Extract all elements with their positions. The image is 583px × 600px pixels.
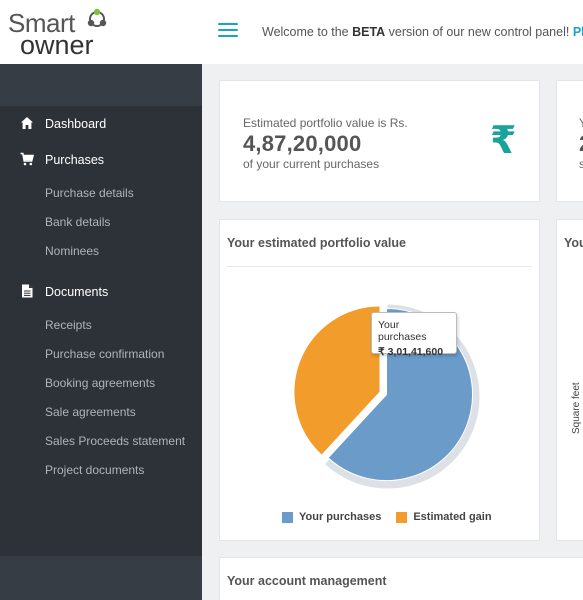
legend-label-purchases: Your purchases (299, 511, 382, 523)
portfolio-value-card: Estimated portfolio value is Rs. 4,87,20… (219, 80, 540, 202)
tooltip-value: ₹ 3,01,41,600 (378, 346, 444, 358)
secondary-stat-line2: 2 (579, 131, 583, 157)
pie-slice-purchases[interactable] (327, 308, 474, 481)
account-management-title: Your account management (227, 574, 387, 588)
shopping-cart-icon (20, 152, 34, 166)
sidebar-subitem-purchase-confirmation[interactable]: Purchase confirmation (45, 347, 164, 361)
portfolio-chart-card: Your estimated portfolio value Your purc… (219, 219, 540, 541)
legend-item-gain[interactable]: Estimated gain (396, 511, 492, 523)
sidebar-label-purchases: Purchases (45, 153, 105, 167)
chart-legend: Your purchases Estimated gain (282, 511, 507, 523)
brand-mark-icon (87, 8, 107, 27)
portfolio-value-label: Estimated portfolio value is Rs. (243, 116, 408, 130)
sidebar-label-documents: Documents (45, 285, 109, 299)
secondary-stat-line1: Y (579, 116, 583, 130)
account-management-card: Your account management (219, 557, 583, 600)
document-icon (22, 284, 33, 298)
legend-swatch-gain (396, 511, 408, 523)
menu-toggle-icon[interactable] (218, 23, 238, 39)
area-chart-ylabel: Square feet (571, 382, 582, 434)
chart-tooltip: Your purchases ₹ 3,01,41,600 (371, 312, 457, 358)
welcome-prefix: Welcome to the (262, 25, 353, 39)
sidebar-subitem-receipts[interactable]: Receipts (45, 318, 92, 332)
sidebar-item-documents[interactable]: Documents (0, 276, 202, 306)
card-divider (227, 266, 532, 267)
sidebar-label-dashboard: Dashboard (45, 117, 107, 131)
pie-slice-gain[interactable] (293, 305, 381, 456)
area-chart-title: You (564, 236, 583, 250)
brand-line2: owner (20, 30, 94, 60)
legend-label-gain: Estimated gain (413, 511, 492, 523)
tooltip-title: Your purchases (378, 319, 427, 343)
sidebar-nav: Dashboard Purchases Purchase details Ban… (0, 106, 202, 556)
sidebar-subitem-purchase-details[interactable]: Purchase details (45, 186, 134, 200)
home-icon (21, 117, 33, 129)
sidebar-subitem-nominees[interactable]: Nominees (45, 244, 99, 258)
sidebar-subitem-sale-agreements[interactable]: Sale agreements (45, 405, 136, 419)
secondary-stat-line3: s (579, 157, 583, 171)
portfolio-value-subtext: of your current purchases (243, 157, 380, 171)
sidebar-item-dashboard[interactable]: Dashboard (0, 108, 202, 138)
sidebar-subitem-booking-agreements[interactable]: Booking agreements (45, 376, 155, 390)
pie-slice-halo (325, 304, 480, 489)
top-bar: Smart owner Welcome to the BETA version … (0, 0, 583, 64)
legend-swatch-purchases (282, 511, 293, 523)
sidebar-item-purchases[interactable]: Purchases (0, 144, 202, 174)
welcome-bold: BETA (352, 25, 386, 39)
portfolio-chart-title: Your estimated portfolio value (227, 236, 406, 250)
secondary-stat-card: Y 2 s (556, 80, 583, 202)
welcome-suffix: version of our new control panel! (385, 25, 573, 39)
sidebar: Dashboard Purchases Purchase details Ban… (0, 64, 202, 600)
sidebar-subitem-project-documents[interactable]: Project documents (45, 463, 144, 477)
portfolio-pie-chart (293, 304, 480, 489)
brand-logo[interactable]: Smart owner (8, 6, 118, 60)
top-bar-content: Smart owner Welcome to the BETA version … (0, 0, 583, 64)
rupee-icon: ₹ (490, 118, 517, 162)
area-chart-card: You Square feet (556, 219, 583, 541)
welcome-message: Welcome to the BETA version of our new c… (262, 25, 583, 39)
welcome-link[interactable]: Please le (573, 25, 583, 39)
sidebar-subitem-bank-details[interactable]: Bank details (45, 215, 110, 229)
sidebar-subitem-sales-proceeds-statement[interactable]: Sales Proceeds statement (45, 434, 185, 448)
legend-item-purchases[interactable]: Your purchases (282, 511, 381, 523)
portfolio-value-amount: 4,87,20,000 (243, 131, 362, 156)
